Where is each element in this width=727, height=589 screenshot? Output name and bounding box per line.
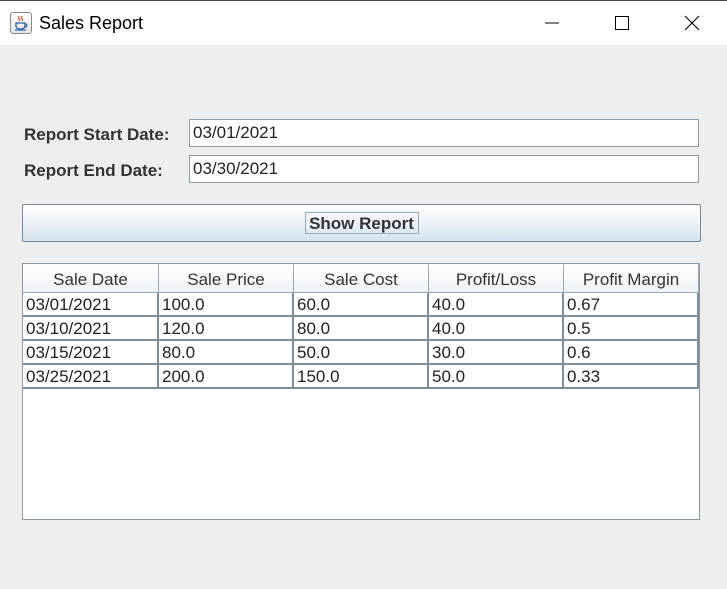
- cell-profit-loss[interactable]: 40.0: [429, 317, 564, 341]
- cell-sale-cost[interactable]: 50.0: [294, 341, 429, 365]
- cell-sale-cost[interactable]: 60.0: [294, 293, 429, 317]
- cell-profit-margin[interactable]: 0.5: [564, 317, 699, 341]
- maximize-button[interactable]: [587, 1, 657, 45]
- end-date-input[interactable]: [189, 155, 699, 183]
- cell-sale-price[interactable]: 200.0: [159, 365, 294, 389]
- cell-sale-price[interactable]: 100.0: [159, 293, 294, 317]
- column-header-profit-loss[interactable]: Profit/Loss: [429, 264, 564, 293]
- sales-report-window: Sales Report Report Start Date: Report E…: [0, 0, 727, 589]
- column-header-sale-cost[interactable]: Sale Cost: [294, 264, 429, 293]
- close-icon: [684, 15, 700, 31]
- column-header-sale-price[interactable]: Sale Price: [159, 264, 294, 293]
- table-row[interactable]: 03/15/2021 80.0 50.0 30.0 0.6: [23, 341, 699, 365]
- maximize-icon: [615, 16, 629, 30]
- minimize-icon: [545, 22, 559, 24]
- column-header-profit-margin[interactable]: Profit Margin: [564, 264, 699, 293]
- table-row[interactable]: 03/25/2021 200.0 150.0 50.0 0.33: [23, 365, 699, 389]
- cell-sale-price[interactable]: 80.0: [159, 341, 294, 365]
- cell-profit-loss[interactable]: 40.0: [429, 293, 564, 317]
- cell-sale-price[interactable]: 120.0: [159, 317, 294, 341]
- minimize-button[interactable]: [517, 1, 587, 45]
- table-row[interactable]: 03/01/2021 100.0 60.0 40.0 0.67: [23, 293, 699, 317]
- cell-sale-date[interactable]: 03/25/2021: [23, 365, 159, 389]
- show-report-button[interactable]: Show Report: [22, 204, 701, 242]
- sales-table[interactable]: Sale Date Sale Price Sale Cost Profit/Lo…: [22, 263, 700, 520]
- cell-profit-margin[interactable]: 0.67: [564, 293, 699, 317]
- cell-sale-cost[interactable]: 150.0: [294, 365, 429, 389]
- cell-profit-margin[interactable]: 0.33: [564, 365, 699, 389]
- table-header: Sale Date Sale Price Sale Cost Profit/Lo…: [23, 264, 699, 293]
- window-title: Sales Report: [39, 13, 144, 33]
- cell-profit-loss[interactable]: 50.0: [429, 365, 564, 389]
- cell-sale-date[interactable]: 03/01/2021: [23, 293, 159, 317]
- start-date-label: Report Start Date:: [24, 125, 170, 144]
- table-row[interactable]: 03/10/2021 120.0 80.0 40.0 0.5: [23, 317, 699, 341]
- start-date-input[interactable]: [189, 119, 699, 147]
- cell-sale-cost[interactable]: 80.0: [294, 317, 429, 341]
- end-date-label: Report End Date:: [24, 161, 163, 180]
- column-header-sale-date[interactable]: Sale Date: [23, 264, 159, 293]
- cell-profit-margin[interactable]: 0.6: [564, 341, 699, 365]
- title-bar[interactable]: Sales Report: [0, 0, 727, 45]
- close-button[interactable]: [657, 1, 727, 45]
- cell-profit-loss[interactable]: 30.0: [429, 341, 564, 365]
- cell-sale-date[interactable]: 03/15/2021: [23, 341, 159, 365]
- java-cup-icon[interactable]: [10, 12, 32, 34]
- cell-sale-date[interactable]: 03/10/2021: [23, 317, 159, 341]
- show-report-label: Show Report: [309, 214, 414, 233]
